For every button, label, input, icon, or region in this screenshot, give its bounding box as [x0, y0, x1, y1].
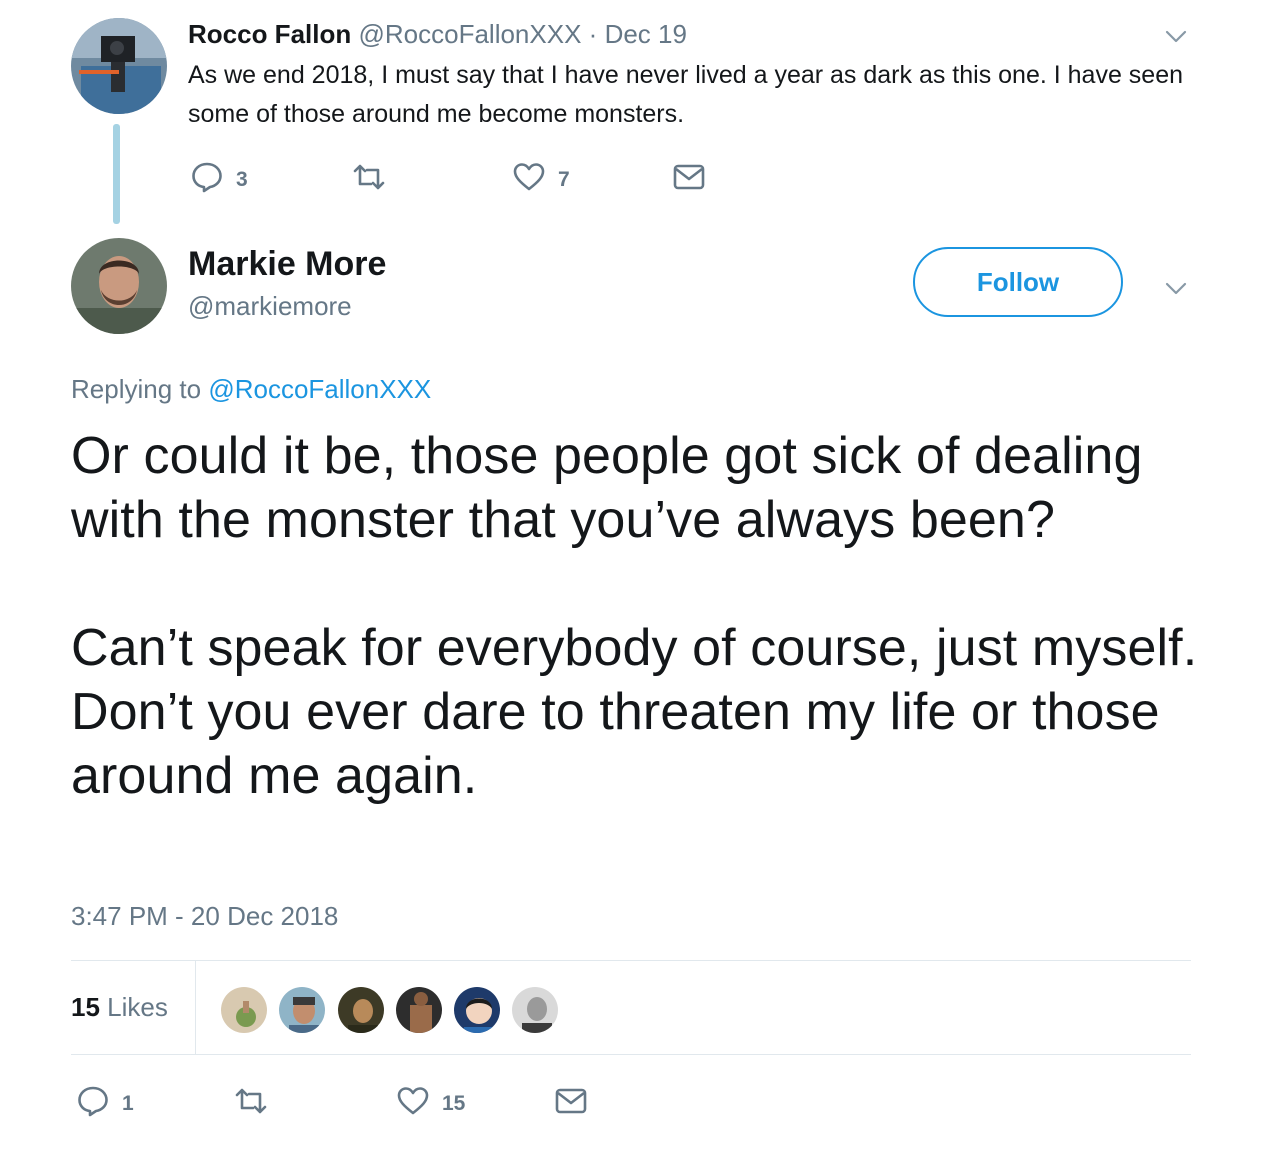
follow-button[interactable]: Follow: [913, 247, 1123, 317]
dm-icon: [672, 160, 706, 200]
parent-like-count: 7: [558, 168, 570, 191]
replying-to-handle-link[interactable]: @RoccoFallonXXX: [208, 374, 431, 404]
parent-tweet-text: As we end 2018, I must say that I have n…: [188, 61, 1184, 128]
dm-action[interactable]: [554, 1084, 588, 1124]
reply-count: 1: [122, 1092, 134, 1115]
retweet-icon: [352, 160, 386, 200]
replying-prefix: Replying to: [71, 374, 202, 404]
liker-avatar[interactable]: [452, 985, 502, 1035]
parent-more-chevron-down-icon[interactable]: [1164, 24, 1188, 48]
divider: [195, 961, 196, 1054]
like-count: 15: [442, 1092, 466, 1115]
likes-stat[interactable]: 15 Likes: [71, 990, 168, 1024]
parent-reply-action[interactable]: 3: [190, 160, 248, 200]
replying-to: Replying to @RoccoFallonXXX: [71, 372, 431, 406]
retweet-action[interactable]: [234, 1084, 268, 1124]
parent-retweet-action[interactable]: [352, 160, 386, 200]
tweet-more-chevron-down-icon[interactable]: [1164, 276, 1188, 300]
author-name[interactable]: Markie More: [188, 244, 386, 284]
parent-tweet-header: Rocco Fallon @RoccoFallonXXX · Dec 19: [188, 18, 687, 50]
parent-date[interactable]: Dec 19: [605, 19, 687, 49]
parent-author-handle[interactable]: @RoccoFallonXXX: [358, 19, 581, 49]
liker-avatar[interactable]: [394, 985, 444, 1035]
thread-line: [113, 124, 120, 224]
tweet-text: Or could it be, those people got sick of…: [71, 424, 1201, 808]
tweet-paragraph: Can’t speak for everybody of course, jus…: [71, 619, 1198, 805]
dm-icon: [554, 1084, 588, 1124]
retweet-icon: [234, 1084, 268, 1124]
liker-avatar[interactable]: [277, 985, 327, 1035]
divider: [71, 960, 1191, 961]
avatar-markie-more[interactable]: [71, 238, 167, 334]
reply-icon: [76, 1084, 110, 1124]
author-handle[interactable]: @markiemore: [188, 290, 352, 322]
reply-action[interactable]: 1: [76, 1084, 134, 1124]
like-icon: [512, 160, 546, 200]
liker-avatar[interactable]: [336, 985, 386, 1035]
liker-avatar[interactable]: [510, 985, 560, 1035]
likes-label: Likes: [107, 992, 168, 1022]
parent-separator: ·: [588, 19, 598, 49]
parent-dm-action[interactable]: [672, 160, 706, 200]
divider: [71, 1054, 1191, 1055]
like-icon: [396, 1084, 430, 1124]
like-action[interactable]: 15: [396, 1084, 465, 1124]
avatar-rocco-fallon[interactable]: [71, 18, 167, 114]
tweet-timestamp[interactable]: 3:47 PM - 20 Dec 2018: [71, 900, 338, 932]
parent-like-action[interactable]: 7: [512, 160, 570, 200]
reply-icon: [190, 160, 224, 200]
tweet-paragraph: Or could it be, those people got sick of…: [71, 427, 1143, 549]
liker-avatar[interactable]: [219, 985, 269, 1035]
parent-reply-count: 3: [236, 168, 248, 191]
likes-number: 15: [71, 992, 100, 1022]
parent-author-name[interactable]: Rocco Fallon: [188, 19, 351, 49]
